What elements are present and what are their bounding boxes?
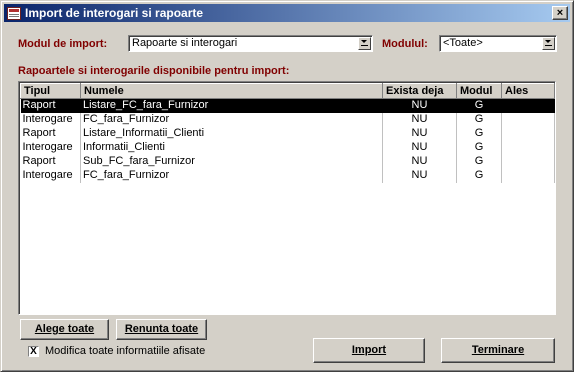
table-row[interactable]: Interogare FC_fara_Furnizor NU G <box>20 112 555 127</box>
cell-modul: G <box>456 140 502 155</box>
cell-ales <box>501 168 555 183</box>
import-mode-label: Modul de import: <box>18 38 108 50</box>
cell-exista: NU <box>382 98 457 113</box>
cell-modul: G <box>456 112 502 127</box>
modify-all-label: Modifica toate informatiile afisate <box>45 345 206 357</box>
cell-ales <box>501 98 555 113</box>
cell-ales <box>501 140 555 155</box>
cell-numele: FC_fara_Furnizor <box>80 168 383 183</box>
column-header-modul[interactable]: Modul <box>456 83 502 99</box>
column-header-ales[interactable]: Ales <box>501 83 555 99</box>
cell-tipul: Interogare <box>20 112 81 127</box>
table-row[interactable]: Interogare Informatii_Clienti NU G <box>20 140 555 155</box>
cell-modul: G <box>456 154 502 169</box>
cell-modul: G <box>456 126 502 141</box>
import-mode-value: Rapoarte si interogari <box>132 37 238 49</box>
cell-tipul: Interogare <box>20 168 81 183</box>
window-title: Import de interogari si rapoarte <box>25 6 204 20</box>
finish-button[interactable]: Terminare <box>441 338 555 363</box>
select-all-label: Alege toate <box>34 323 95 335</box>
reports-table: Tipul Numele Exista deja Modul Ales Rapo… <box>20 83 555 183</box>
chevron-down-icon[interactable] <box>358 37 371 50</box>
cell-numele: Informatii_Clienti <box>80 140 383 155</box>
import-dialog: Import de interogari si rapoarte × Modul… <box>0 0 574 372</box>
cell-exista: NU <box>382 112 457 127</box>
list-caption: Rapoartele si interogarile disponibile p… <box>18 65 290 77</box>
cell-exista: NU <box>382 154 457 169</box>
deselect-all-button[interactable]: Renunta toate <box>116 319 207 340</box>
cell-tipul: Raport <box>20 98 81 113</box>
close-button[interactable]: × <box>552 6 568 20</box>
cell-modul: G <box>456 98 502 113</box>
cell-numele: Sub_FC_fara_Furnizor <box>80 154 383 169</box>
cell-modul: G <box>456 168 502 183</box>
chevron-down-icon[interactable] <box>542 37 555 50</box>
column-header-exista[interactable]: Exista deja <box>382 83 457 99</box>
cell-numele: Listare_FC_fara_Furnizor <box>80 98 383 113</box>
table-row[interactable]: Raport Sub_FC_fara_Furnizor NU G <box>20 154 555 169</box>
cell-numele: Listare_Informatii_Clienti <box>80 126 383 141</box>
module-label: Modulul: <box>382 38 428 50</box>
modify-all-checkbox[interactable]: X <box>28 346 39 357</box>
select-all-button[interactable]: Alege toate <box>20 319 109 340</box>
cell-exista: NU <box>382 140 457 155</box>
table-header-row: Tipul Numele Exista deja Modul Ales <box>20 83 555 99</box>
column-header-tipul[interactable]: Tipul <box>20 83 81 99</box>
cell-ales <box>501 126 555 141</box>
table-row[interactable]: Interogare FC_fara_Furnizor NU G <box>20 168 555 183</box>
table-row[interactable]: Raport Listare_Informatii_Clienti NU G <box>20 126 555 141</box>
app-icon <box>7 6 21 20</box>
import-label: Import <box>351 344 387 356</box>
deselect-all-label: Renunta toate <box>124 323 199 335</box>
table-row[interactable]: Raport Listare_FC_fara_Furnizor NU G <box>20 98 555 113</box>
column-header-numele[interactable]: Numele <box>80 83 383 99</box>
import-button[interactable]: Import <box>313 338 425 363</box>
module-value: <Toate> <box>443 37 483 49</box>
module-select[interactable]: <Toate> <box>439 35 557 52</box>
cell-exista: NU <box>382 126 457 141</box>
finish-label: Terminare <box>471 344 525 356</box>
cell-ales <box>501 112 555 127</box>
cell-exista: NU <box>382 168 457 183</box>
cell-tipul: Raport <box>20 154 81 169</box>
reports-list[interactable]: Tipul Numele Exista deja Modul Ales Rapo… <box>18 81 556 315</box>
cell-numele: FC_fara_Furnizor <box>80 112 383 127</box>
cell-ales <box>501 154 555 169</box>
cell-tipul: Interogare <box>20 140 81 155</box>
title-bar[interactable]: Import de interogari si rapoarte × <box>4 4 570 22</box>
import-mode-select[interactable]: Rapoarte si interogari <box>128 35 373 52</box>
cell-tipul: Raport <box>20 126 81 141</box>
